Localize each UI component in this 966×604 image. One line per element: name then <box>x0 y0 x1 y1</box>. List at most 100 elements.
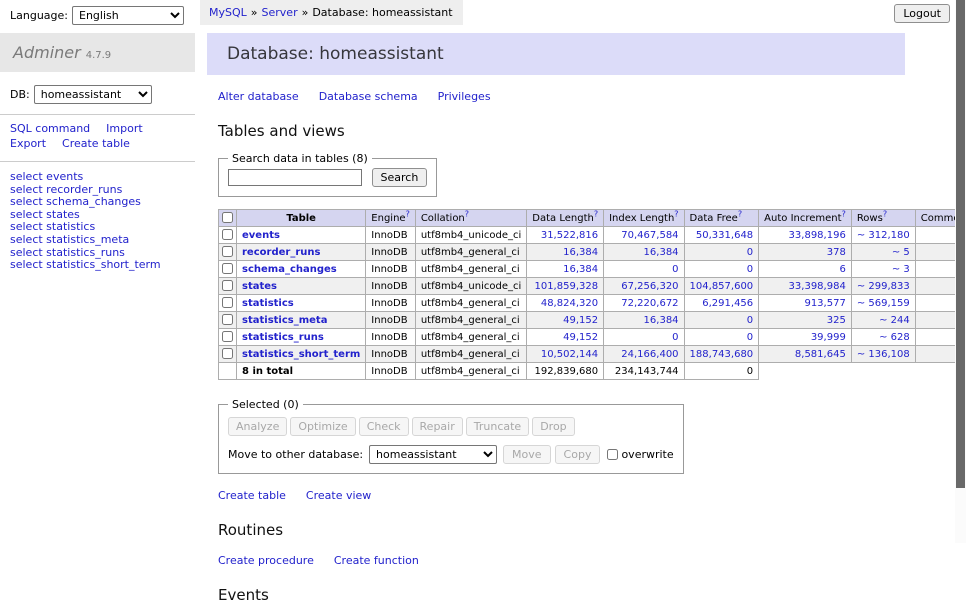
help-link[interactable]: ? <box>883 209 887 218</box>
app-name[interactable]: Adminer <box>13 43 81 62</box>
data_length-link[interactable]: 49,152 <box>563 315 598 326</box>
select-events-link[interactable]: select events <box>10 171 195 184</box>
select-all-checkbox[interactable] <box>222 212 233 223</box>
language-select[interactable]: English <box>72 6 184 25</box>
optimize-button[interactable]: Optimize <box>290 417 355 436</box>
rows-link[interactable]: ~ 628 <box>879 332 910 343</box>
row-checkbox[interactable] <box>222 229 233 240</box>
create-table-link[interactable]: Create table <box>62 137 130 150</box>
auto_increment-link[interactable]: 913,577 <box>804 298 845 309</box>
create-function-link[interactable]: Create function <box>334 554 419 567</box>
index_length-link[interactable]: 0 <box>672 264 678 275</box>
sql-command-link[interactable]: SQL command <box>10 122 90 135</box>
create-procedure-link[interactable]: Create procedure <box>218 554 314 567</box>
index_length-link[interactable]: 16,384 <box>644 315 679 326</box>
alter-database-link[interactable]: Alter database <box>218 90 299 103</box>
move-button[interactable]: Move <box>503 445 551 464</box>
scrollbar-thumb[interactable] <box>956 0 965 488</box>
table-name-link[interactable]: recorder_runs <box>242 247 320 258</box>
auto_increment-link[interactable]: 8,581,645 <box>795 349 846 360</box>
table-name-link[interactable]: statistics_short_term <box>242 349 360 360</box>
auto_increment-link[interactable]: 6 <box>839 264 845 275</box>
table-name-link[interactable]: statistics_runs <box>242 332 324 343</box>
help-link[interactable]: ? <box>465 209 469 218</box>
data_free-link[interactable]: 104,857,600 <box>690 281 754 292</box>
privileges-link[interactable]: Privileges <box>438 90 491 103</box>
index_length-link[interactable]: 16,384 <box>644 247 679 258</box>
repair-button[interactable]: Repair <box>412 417 463 436</box>
data_length-link[interactable]: 31,522,816 <box>541 230 598 241</box>
table-name-link[interactable]: schema_changes <box>242 264 337 275</box>
analyze-button[interactable]: Analyze <box>228 417 287 436</box>
app-version[interactable]: 4.7.9 <box>86 50 111 61</box>
select-statistics-meta-link[interactable]: select statistics_meta <box>10 234 195 247</box>
table-name-link[interactable]: events <box>242 230 280 241</box>
index_length-link[interactable]: 67,256,320 <box>621 281 678 292</box>
breadcrumb-server[interactable]: Server <box>262 6 298 19</box>
data_free-link[interactable]: 0 <box>747 315 753 326</box>
drop-button[interactable]: Drop <box>532 417 574 436</box>
data_length-link[interactable]: 101,859,328 <box>534 281 598 292</box>
copy-button[interactable]: Copy <box>555 445 601 464</box>
auto_increment-link[interactable]: 33,898,196 <box>789 230 846 241</box>
search-button[interactable]: Search <box>372 168 428 187</box>
truncate-button[interactable]: Truncate <box>466 417 529 436</box>
data_free-link[interactable]: 50,331,648 <box>696 230 753 241</box>
auto_increment-link[interactable]: 378 <box>827 247 846 258</box>
export-link[interactable]: Export <box>10 137 46 150</box>
overwrite-checkbox[interactable] <box>607 449 618 460</box>
rows-link[interactable]: ~ 569,159 <box>857 298 910 309</box>
auto_increment-link[interactable]: 33,398,984 <box>789 281 846 292</box>
create-table-link[interactable]: Create table <box>218 489 286 502</box>
data_free-link[interactable]: 188,743,680 <box>690 349 754 360</box>
row-checkbox[interactable] <box>222 297 233 308</box>
rows-link[interactable]: ~ 5 <box>892 247 910 258</box>
row-checkbox[interactable] <box>222 246 233 257</box>
data_free-link[interactable]: 6,291,456 <box>702 298 753 309</box>
table-name-link[interactable]: statistics_meta <box>242 315 327 326</box>
create-view-link[interactable]: Create view <box>306 489 371 502</box>
help-link[interactable]: ? <box>738 209 742 218</box>
move-database-select[interactable]: homeassistant <box>369 445 497 464</box>
auto_increment-link[interactable]: 325 <box>827 315 846 326</box>
data_length-link[interactable]: 16,384 <box>563 247 598 258</box>
data_length-link[interactable]: 49,152 <box>563 332 598 343</box>
search-input[interactable] <box>228 169 362 186</box>
index_length-link[interactable]: 0 <box>672 332 678 343</box>
data_free-link[interactable]: 0 <box>747 332 753 343</box>
breadcrumb-mysql[interactable]: MySQL <box>209 6 247 19</box>
index_length-link[interactable]: 24,166,400 <box>621 349 678 360</box>
rows-link[interactable]: ~ 299,833 <box>857 281 910 292</box>
help-link[interactable]: ? <box>674 209 678 218</box>
check-button[interactable]: Check <box>359 417 409 436</box>
rows-link[interactable]: ~ 3 <box>892 264 910 275</box>
rows-link[interactable]: ~ 312,180 <box>857 230 910 241</box>
data_length-link[interactable]: 10,502,144 <box>541 349 598 360</box>
row-checkbox[interactable] <box>222 331 233 342</box>
row-checkbox[interactable] <box>222 280 233 291</box>
row-checkbox[interactable] <box>222 348 233 359</box>
help-link[interactable]: ? <box>842 209 846 218</box>
data_free-link[interactable]: 0 <box>747 264 753 275</box>
auto_increment-link[interactable]: 39,999 <box>811 332 846 343</box>
db-select[interactable]: homeassistant <box>34 85 152 104</box>
data_free-link[interactable]: 0 <box>747 247 753 258</box>
table-name-link[interactable]: statistics <box>242 298 294 309</box>
database-schema-link[interactable]: Database schema <box>319 90 418 103</box>
vertical-scrollbar[interactable] <box>955 0 966 543</box>
select-schema-changes-link[interactable]: select schema_changes <box>10 196 195 209</box>
row-checkbox[interactable] <box>222 263 233 274</box>
select-statistics-short-term-link[interactable]: select statistics_short_term <box>10 259 195 272</box>
help-link[interactable]: ? <box>406 209 410 218</box>
index_length-link[interactable]: 72,220,672 <box>621 298 678 309</box>
index_length-link[interactable]: 70,467,584 <box>621 230 678 241</box>
table-name-link[interactable]: states <box>242 281 277 292</box>
help-link[interactable]: ? <box>594 209 598 218</box>
rows-link[interactable]: ~ 244 <box>879 315 910 326</box>
data_length-link[interactable]: 48,824,320 <box>541 298 598 309</box>
import-link[interactable]: Import <box>106 122 143 135</box>
logout-button[interactable]: Logout <box>894 4 950 23</box>
rows-link[interactable]: ~ 136,108 <box>857 349 910 360</box>
row-checkbox[interactable] <box>222 314 233 325</box>
data_length-link[interactable]: 16,384 <box>563 264 598 275</box>
